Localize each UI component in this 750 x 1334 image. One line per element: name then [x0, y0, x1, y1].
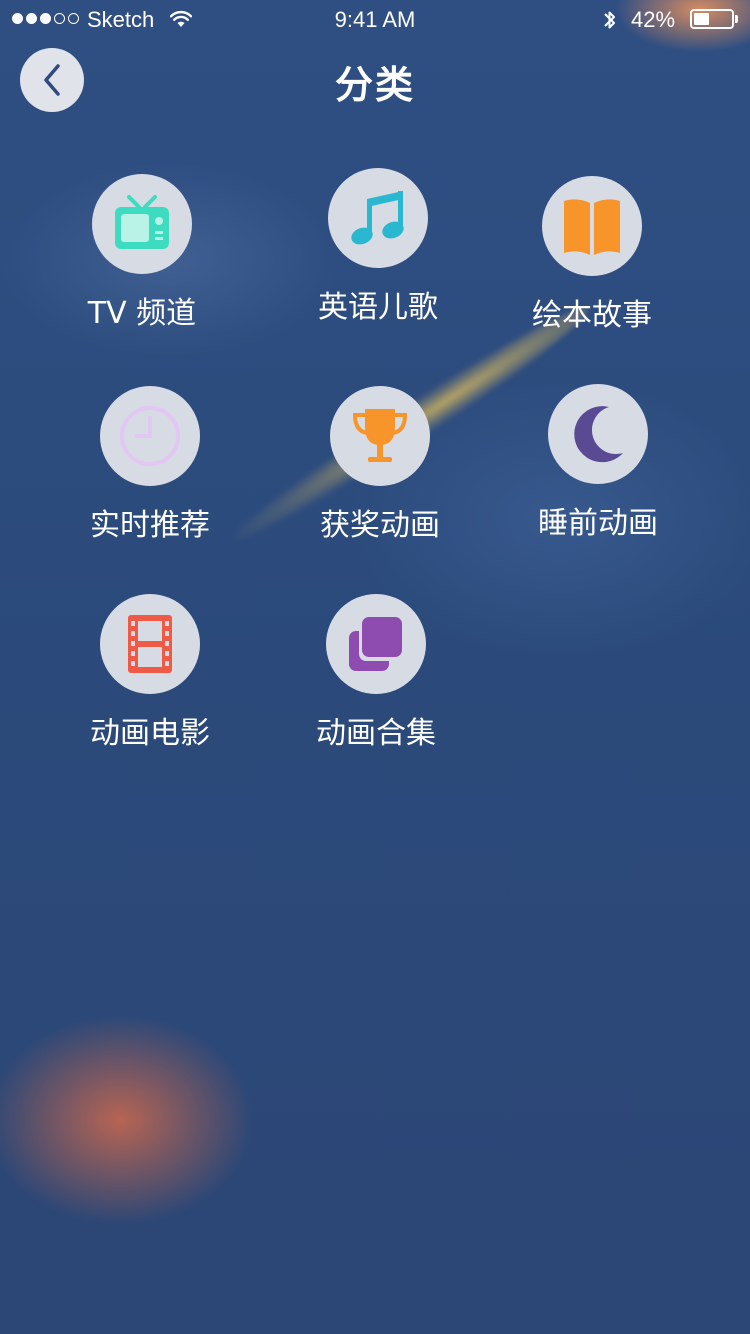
category-icon-circle — [100, 594, 200, 694]
music-note-icon — [351, 191, 404, 245]
category-animation-collections[interactable]: 动画合集 — [276, 594, 476, 752]
category-icon-circle — [542, 176, 642, 276]
category-tv-channel[interactable]: TV 频道 — [42, 174, 242, 332]
trophy-icon — [352, 409, 408, 462]
category-icon-circle — [100, 386, 200, 486]
page-title: 分类 — [334, 63, 415, 107]
status-bar: Sketch 9:41 AM 42% — [0, 0, 750, 40]
category-realtime-recommend[interactable]: 实时推荐 — [50, 386, 250, 544]
category-english-songs[interactable]: 英语儿歌 — [278, 168, 478, 326]
category-label: 睡前动画 — [538, 506, 658, 541]
category-icon-circle — [326, 594, 426, 694]
book-icon — [564, 199, 620, 255]
category-bedtime-animations[interactable]: 睡前动画 — [498, 384, 698, 542]
category-label: 绘本故事 — [532, 298, 652, 333]
category-picture-books[interactable]: 绘本故事 — [492, 176, 692, 334]
film-icon — [128, 615, 172, 673]
category-label: 实时推荐 — [90, 508, 210, 543]
category-label: 获奖动画 — [320, 508, 440, 543]
category-label: 动画合集 — [316, 716, 436, 751]
category-icon-circle — [330, 386, 430, 486]
category-icon-circle — [92, 174, 192, 274]
category-animated-movies[interactable]: 动画电影 — [50, 594, 250, 752]
collection-icon — [349, 617, 402, 671]
battery-icon — [690, 9, 734, 29]
category-label: 动画电影 — [90, 716, 210, 751]
category-label: TV 频道 — [87, 296, 197, 331]
battery-fill — [694, 13, 709, 25]
category-icon-circle — [548, 384, 648, 484]
category-award-animations[interactable]: 获奖动画 — [280, 386, 480, 544]
category-icon-circle — [328, 168, 428, 268]
clock-icon — [120, 406, 180, 466]
battery-percentage: 42% — [631, 7, 676, 32]
tv-icon — [115, 195, 169, 249]
bluetooth-icon — [604, 11, 615, 29]
category-label: 英语儿歌 — [318, 290, 438, 325]
battery-nub — [735, 15, 738, 23]
moon-icon — [574, 406, 623, 463]
